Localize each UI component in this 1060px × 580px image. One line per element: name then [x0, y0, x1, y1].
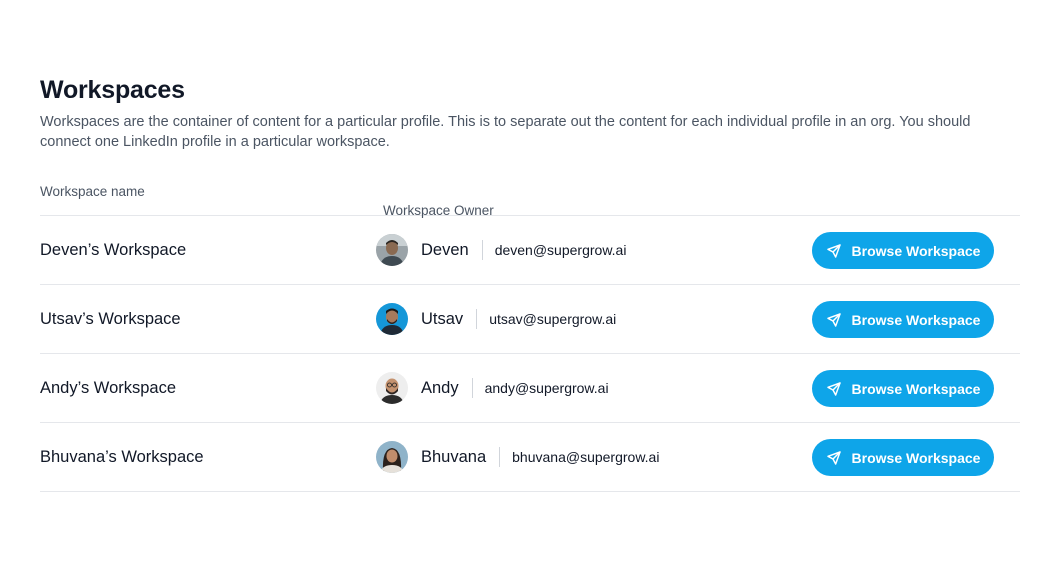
table-row: Bhuvana’s Workspace Bhuvana bhuvana@supe…: [40, 423, 1020, 492]
browse-workspace-label: Browse Workspace: [851, 449, 981, 466]
separator: [481, 240, 483, 260]
separator: [476, 309, 478, 329]
table-row: Deven’s Workspace Deven deven@supergrow.…: [40, 216, 1020, 285]
table-row: Utsav’s Workspace Utsav utsav@supergrow.…: [40, 285, 1020, 354]
browse-workspace-button[interactable]: Browse Workspace: [812, 439, 994, 476]
send-icon: [826, 450, 841, 465]
workspace-name: Deven’s Workspace: [40, 241, 187, 259]
workspace-owner: Andy andy@supergrow.ai: [376, 372, 609, 404]
browse-workspace-button[interactable]: Browse Workspace: [812, 301, 994, 338]
owner-email: utsav@supergrow.ai: [489, 311, 617, 327]
browse-workspace-label: Browse Workspace: [851, 380, 981, 397]
avatar: [376, 234, 408, 266]
workspace-owner: Bhuvana bhuvana@supergrow.ai: [376, 441, 659, 473]
workspace-owner: Deven deven@supergrow.ai: [376, 234, 626, 266]
owner-name: Andy: [421, 378, 459, 397]
owner-email: andy@supergrow.ai: [484, 380, 609, 396]
workspaces-panel: Workspaces Workspaces are the container …: [40, 76, 1020, 492]
separator: [499, 447, 501, 467]
separator: [471, 378, 473, 398]
owner-name: Deven: [421, 240, 469, 259]
send-icon: [826, 243, 841, 258]
table-header: Workspace name Workspace Owner: [40, 176, 1020, 218]
owner-name: Utsav: [421, 309, 464, 328]
browse-workspace-button[interactable]: Browse Workspace: [812, 232, 994, 269]
browse-workspace-button[interactable]: Browse Workspace: [812, 370, 994, 407]
browse-workspace-label: Browse Workspace: [851, 242, 981, 259]
workspace-owner: Utsav utsav@supergrow.ai: [376, 303, 616, 335]
workspace-name: Andy’s Workspace: [40, 379, 177, 397]
owner-email: deven@supergrow.ai: [494, 242, 627, 258]
owner-email: bhuvana@supergrow.ai: [512, 449, 660, 465]
workspace-name: Utsav’s Workspace: [40, 310, 181, 328]
avatar: [376, 372, 408, 404]
owner-name: Bhuvana: [421, 447, 487, 466]
avatar: [376, 303, 408, 335]
send-icon: [826, 312, 841, 327]
send-icon: [826, 381, 841, 396]
column-header-workspace-name: Workspace name: [40, 184, 145, 199]
table-row: Andy’s Workspace Andy andy@supergrow.ai: [40, 354, 1020, 423]
avatar: [376, 441, 408, 473]
page-title: Workspaces: [40, 76, 185, 104]
page-description: Workspaces are the container of content …: [40, 114, 971, 150]
browse-workspace-label: Browse Workspace: [851, 311, 981, 328]
workspace-name: Bhuvana’s Workspace: [40, 448, 204, 466]
